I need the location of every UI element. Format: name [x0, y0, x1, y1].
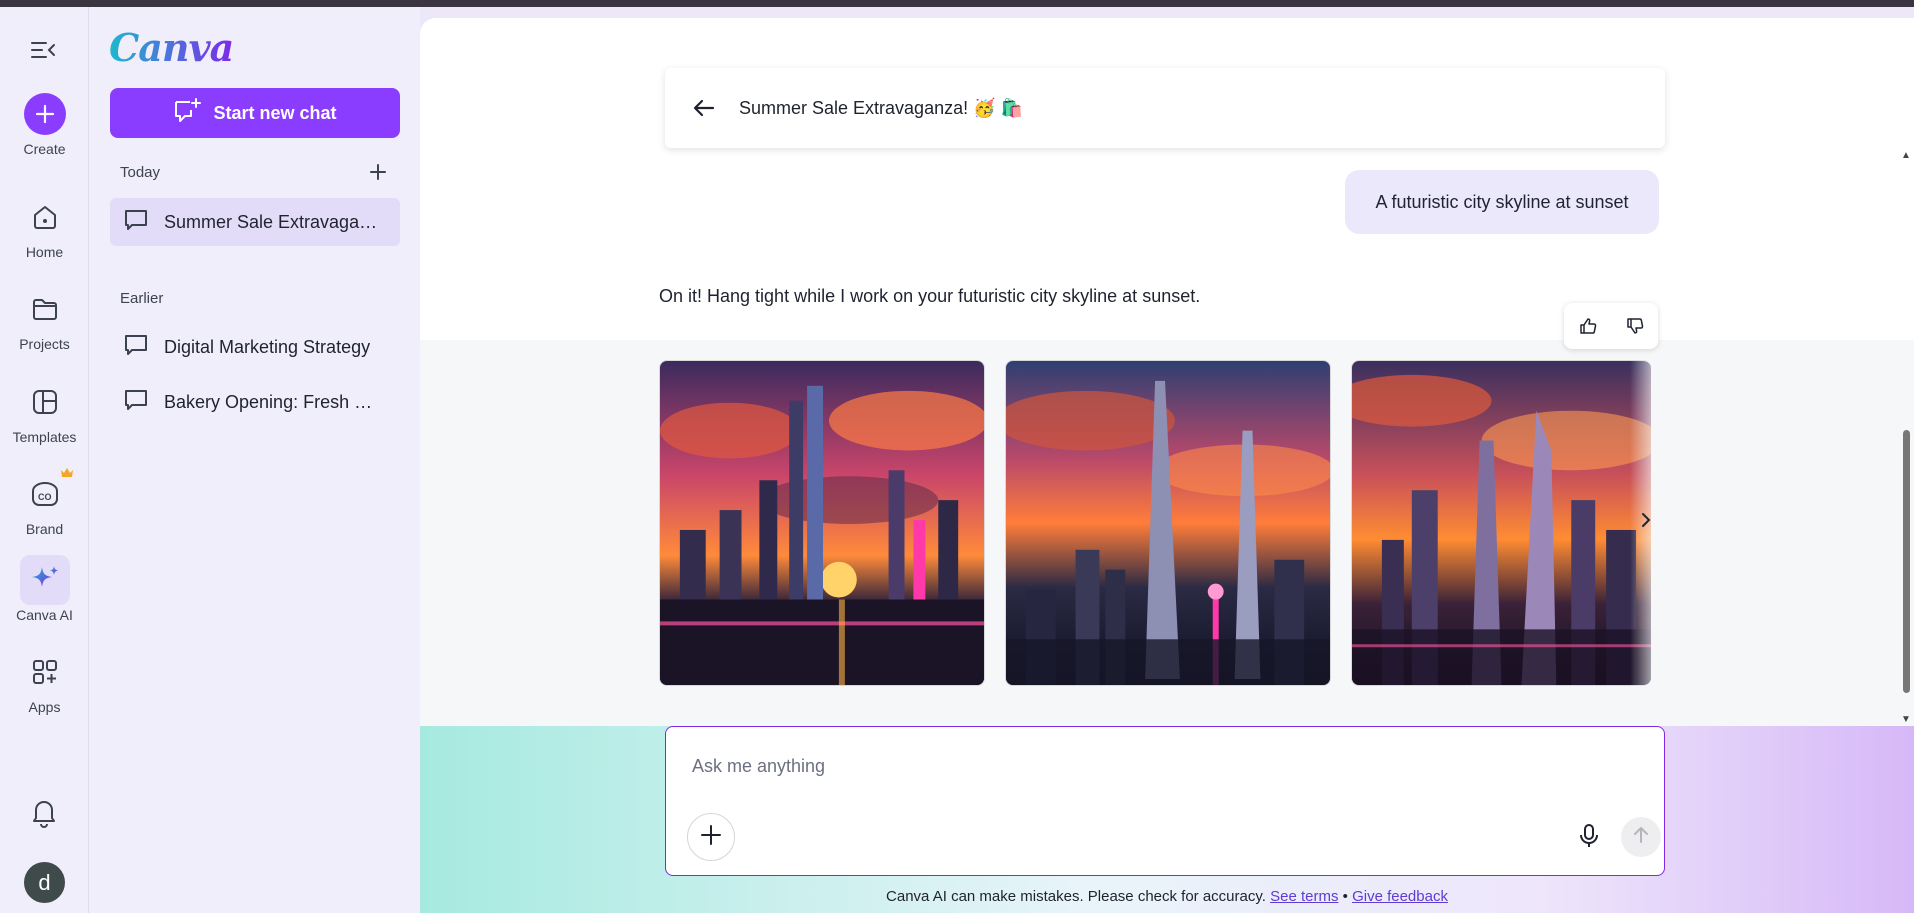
create-label: Create [23, 141, 66, 157]
sparkle-icon [19, 555, 70, 605]
chat-history-item[interactable]: Summer Sale Extravaganza! 🥳🛍️ [110, 198, 400, 246]
chat-history-label: Bakery Opening: Fresh Bakes [164, 391, 379, 412]
chat-bubble-icon [124, 334, 148, 361]
add-chat-icon[interactable] [369, 163, 387, 186]
back-arrow-icon[interactable] [693, 99, 715, 117]
window-top-bar [0, 0, 1914, 7]
ai-disclaimer: Canva AI can make mistakes. Please check… [420, 888, 1914, 905]
scroll-down-arrow-icon[interactable]: ▼ [1901, 714, 1911, 725]
generated-image-2[interactable] [1005, 360, 1331, 686]
scroll-up-arrow-icon[interactable]: ▲ [1901, 150, 1911, 161]
rail-label-canva-ai: Canva AI [16, 607, 73, 623]
user-message: A futuristic city skyline at sunset [1345, 170, 1659, 234]
rail-label-brand: Brand [25, 521, 64, 537]
feedback-toolbar [1564, 303, 1658, 349]
chat-title: Summer Sale Extravaganza! 🥳 🛍️ [739, 97, 1023, 118]
rail-label-templates: Templates [12, 429, 77, 445]
rail-label-projects: Projects [19, 336, 70, 352]
footer-separator: • [1342, 888, 1348, 905]
plus-icon [23, 93, 66, 135]
rail-item-home[interactable]: Home [0, 192, 89, 260]
start-new-chat-button[interactable]: Start new chat [110, 88, 400, 138]
thumbs-up-icon[interactable] [1579, 317, 1597, 335]
microphone-icon[interactable] [1579, 823, 1599, 854]
today-heading: Today [120, 164, 161, 181]
icon-rail: Create Home Projects Templates CO Brand [0, 7, 89, 913]
chat-history-label: Summer Sale Extravaganza! 🥳🛍️ [164, 211, 379, 232]
generated-image-1[interactable] [659, 360, 985, 686]
chat-bubble-icon [124, 209, 148, 236]
svg-text:CO: CO [38, 492, 52, 502]
ai-message: On it! Hang tight while I work on your f… [659, 286, 1201, 306]
canva-logo: Canva [109, 25, 234, 70]
rail-item-templates[interactable]: Templates [0, 377, 89, 445]
disclaimer-text: Canva AI can make mistakes. Please check… [886, 888, 1266, 905]
rail-label-home: Home [25, 244, 64, 260]
templates-icon [20, 377, 70, 427]
thumbs-down-icon[interactable] [1626, 317, 1644, 335]
generated-image-3[interactable] [1351, 360, 1651, 686]
rail-item-brand[interactable]: CO Brand [0, 468, 89, 537]
see-terms-link[interactable]: See terms [1270, 888, 1338, 905]
chat-composer [665, 726, 1665, 876]
home-icon [20, 192, 70, 242]
chat-bubble-icon [124, 389, 148, 416]
chat-history-label: Digital Marketing Strategy [164, 336, 371, 357]
rail-item-apps[interactable]: Apps [0, 647, 89, 715]
create-button[interactable]: Create [0, 89, 89, 157]
avatar[interactable]: d [24, 862, 65, 903]
earlier-heading: Earlier [120, 290, 164, 307]
start-new-chat-label: Start new chat [213, 102, 337, 123]
chat-header: Summer Sale Extravaganza! 🥳 🛍️ [665, 68, 1665, 148]
add-attachment-button[interactable] [687, 813, 735, 861]
chat-history-sidebar: Canva Start new chat Today Summer Sale E… [89, 7, 420, 913]
chat-history-item[interactable]: Bakery Opening: Fresh Bakes [110, 378, 400, 426]
apps-icon [20, 647, 70, 697]
folder-icon [20, 284, 70, 334]
new-chat-icon [173, 97, 202, 129]
arrow-up-icon [1633, 826, 1649, 849]
collapse-sidebar-icon[interactable] [30, 40, 58, 62]
chat-history-item[interactable]: Digital Marketing Strategy [110, 323, 400, 371]
chat-main: Summer Sale Extravaganza! 🥳 🛍️ ▲ ▼ A fut… [420, 18, 1914, 913]
bell-icon[interactable] [29, 796, 59, 833]
crown-icon [60, 465, 74, 483]
scrollbar-thumb[interactable] [1903, 430, 1910, 693]
chevron-right-icon[interactable] [1639, 511, 1653, 534]
give-feedback-link[interactable]: Give feedback [1352, 888, 1448, 905]
rail-item-canva-ai[interactable]: Canva AI [0, 555, 89, 623]
rail-item-projects[interactable]: Projects [0, 284, 89, 352]
send-button[interactable] [1621, 817, 1661, 857]
rail-label-apps: Apps [28, 699, 61, 715]
ask-input[interactable] [692, 751, 1592, 781]
plus-icon [700, 824, 722, 851]
